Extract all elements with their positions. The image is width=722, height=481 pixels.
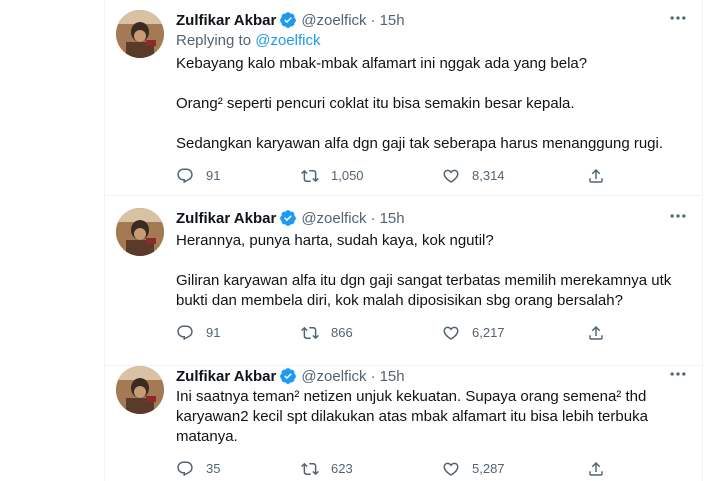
reply-count: 35 (206, 461, 221, 476)
avatar-image (116, 10, 164, 58)
retweet-button[interactable]: 623 (301, 460, 353, 478)
avatar[interactable] (116, 366, 164, 414)
tweet-1[interactable]: Zulfikar Akbar @zoelfick · 15h Replying … (105, 10, 702, 196)
share-icon (589, 325, 603, 340)
reply-count: 91 (206, 168, 221, 183)
retweet-icon (301, 169, 319, 183)
tweet-paragraph: Herannya, punya harta, sudah kaya, kok n… (176, 232, 494, 249)
author-handle[interactable]: @zoelfick (301, 210, 366, 227)
avatar[interactable] (116, 10, 164, 58)
verified-badge-icon (279, 209, 297, 227)
more-options-icon[interactable] (668, 364, 688, 384)
share-button[interactable] (587, 167, 617, 185)
reply-icon (177, 461, 193, 477)
tweet-actions: 35 623 5,287 (176, 460, 626, 480)
tweet-text: Kebayang kalo mbak-mbak alfamart ini ngg… (176, 54, 691, 154)
tweet-time[interactable]: 15h (380, 368, 405, 385)
separator-dot: · (370, 367, 376, 385)
retweet-icon (301, 462, 319, 476)
tweet-paragraph: Sedangkan karyawan alfa dgn gaji tak seb… (176, 135, 664, 152)
retweet-count: 866 (331, 325, 353, 340)
reply-button[interactable]: 91 (176, 324, 220, 342)
like-icon (443, 169, 459, 183)
verified-badge-icon (279, 11, 297, 29)
reply-button[interactable]: 91 (176, 167, 220, 185)
reply-icon (177, 168, 193, 184)
like-button[interactable]: 5,287 (442, 460, 505, 478)
tweet-paragraph: Ini saatnya teman² netizen unjuk kekuata… (176, 388, 648, 445)
retweet-count: 623 (331, 461, 353, 476)
tweet-divider (105, 195, 702, 196)
reply-count: 91 (206, 325, 221, 340)
more-options-icon[interactable] (668, 206, 688, 226)
tweet-3[interactable]: Zulfikar Akbar @zoelfick · 15h Ini saatn… (105, 366, 702, 481)
like-count: 8,314 (472, 168, 505, 183)
tweet-text: Ini saatnya teman² netizen unjuk kekuata… (176, 387, 691, 447)
tweet-paragraph: Orang² seperti pencuri coklat itu bisa s… (176, 95, 575, 112)
author-name[interactable]: Zulfikar Akbar (176, 12, 276, 29)
share-icon (589, 461, 603, 476)
like-count: 6,217 (472, 325, 505, 340)
retweet-button[interactable]: 1,050 (301, 167, 364, 185)
more-options-icon[interactable] (668, 8, 688, 28)
like-count: 5,287 (472, 461, 505, 476)
share-button[interactable] (587, 324, 617, 342)
avatar[interactable] (116, 208, 164, 256)
tweet-paragraph: Giliran karyawan alfa itu dgn gaji sanga… (176, 272, 672, 309)
tweet-time[interactable]: 15h (380, 210, 405, 227)
avatar-image (116, 366, 164, 414)
tweet-time[interactable]: 15h (380, 12, 405, 29)
tweet-header: Zulfikar Akbar @zoelfick · 15h (176, 208, 405, 228)
reply-icon (177, 325, 193, 341)
retweet-icon (301, 326, 319, 340)
twitter-thread: Zulfikar Akbar @zoelfick · 15h Replying … (0, 0, 722, 481)
author-handle[interactable]: @zoelfick (301, 368, 366, 385)
tweet-2-content[interactable]: Zulfikar Akbar @zoelfick · 15h Herannya,… (105, 206, 702, 366)
avatar-image (116, 208, 164, 256)
separator-dot: · (370, 209, 376, 227)
author-name[interactable]: Zulfikar Akbar (176, 210, 276, 227)
replying-to-mention[interactable]: @zoelfick (255, 32, 320, 49)
tweet-paragraph: Kebayang kalo mbak-mbak alfamart ini ngg… (176, 55, 588, 72)
share-icon (589, 168, 603, 183)
verified-badge-icon (279, 367, 297, 385)
like-button[interactable]: 6,217 (442, 324, 505, 342)
author-handle[interactable]: @zoelfick (301, 12, 366, 29)
timeline-right-border (702, 0, 703, 481)
tweet-actions: 91 866 6,217 (176, 324, 626, 344)
tweet-text: Herannya, punya harta, sudah kaya, kok n… (176, 231, 691, 311)
like-button[interactable]: 8,314 (442, 167, 505, 185)
reply-button[interactable]: 35 (176, 460, 220, 478)
tweet-header: Zulfikar Akbar @zoelfick · 15h (176, 366, 405, 386)
retweet-count: 1,050 (331, 168, 364, 183)
replying-to-label: Replying to (176, 32, 252, 49)
retweet-button[interactable]: 866 (301, 324, 353, 342)
like-icon (443, 326, 459, 340)
tweet-header: Zulfikar Akbar @zoelfick · 15h (176, 10, 405, 30)
like-icon (443, 462, 459, 476)
author-name[interactable]: Zulfikar Akbar (176, 368, 276, 385)
tweet-actions: 91 1,050 8,314 (176, 167, 626, 187)
separator-dot: · (370, 11, 376, 29)
replying-to: Replying to @zoelfick (176, 32, 320, 49)
share-button[interactable] (587, 460, 617, 478)
